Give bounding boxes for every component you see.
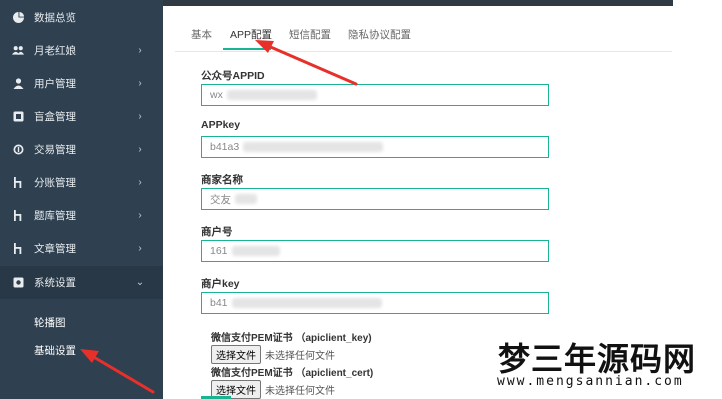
merchant-name-label: 商家名称 [201,174,243,186]
merchant-key-value: b41 [210,297,228,309]
coin-icon [12,144,24,156]
tab-basic[interactable]: 基本 [191,27,212,42]
merchant-key-label: 商户key [201,278,240,290]
tab-bar: 基本 APP配置 短信配置 隐私协议配置 [175,17,672,52]
sidebar-item-articles[interactable]: 文章管理 › [0,232,163,265]
tab-sms-config[interactable]: 短信配置 [289,27,331,42]
appkey-input[interactable]: b41a3 [201,136,549,158]
sidebar-item-label: 分账管理 [34,177,76,189]
sidebar-item-label: 系统设置 [34,277,76,289]
chevron-right-icon: › [138,243,142,254]
redacted-text [235,194,257,204]
sidebar-item-label: 数据总览 [34,12,76,24]
appid-input[interactable]: wx [201,84,549,106]
sidebar-item-blindbox[interactable]: 盲盒管理 › [0,100,163,133]
sidebar-item-label: 题库管理 [34,210,76,222]
sidebar-item-system-settings[interactable]: 系统设置 ⌄ [0,266,163,299]
sidebar-item-matchmaker[interactable]: 月老红娘 › [0,34,163,67]
sidebar-item-label: 盲盒管理 [34,111,76,123]
appid-value: wx [210,89,223,101]
top-bar [163,0,673,6]
redacted-text [231,246,280,256]
chevron-down-icon: ⌄ [135,277,145,288]
sidebar-subitem-carousel[interactable]: 轮播图 [0,308,163,336]
merchant-name-input[interactable]: 交友 [201,188,549,210]
users-icon [12,45,24,57]
redacted-text [231,298,382,308]
choose-file-button[interactable]: 选择文件 [211,345,261,364]
file-status: 未选择任何文件 [265,386,335,397]
sidebar-item-label: 月老红娘 [34,45,76,57]
chevron-right-icon: › [138,210,142,221]
tab-privacy-config[interactable]: 隐私协议配置 [348,27,411,42]
active-tab-indicator [223,48,271,50]
sidebar-subitem-label: 基础设置 [34,344,76,357]
sidebar-item-users[interactable]: 用户管理 › [0,67,163,100]
chevron-right-icon: › [138,111,142,122]
sidebar-item-dashboard[interactable]: 数据总览 [0,1,163,34]
merchant-id-value: 161 [210,245,228,257]
branch-icon [12,243,24,255]
sidebar-item-label: 文章管理 [34,243,76,255]
redacted-text [243,142,384,152]
merchant-key-input[interactable]: b41 [201,292,549,314]
appkey-label: APPkey [201,119,241,131]
file-status: 未选择任何文件 [265,351,335,362]
branch-icon [12,210,24,222]
merchant-name-value: 交友 [210,193,231,206]
merchant-id-label: 商户号 [201,226,233,238]
sidebar: 数据总览 月老红娘 › 用户管理 › 盲盒管理 › 交易管理 › 分账管理 › [0,0,163,399]
box-icon [12,111,24,123]
sidebar-item-transactions[interactable]: 交易管理 › [0,133,163,166]
tab-app-config[interactable]: APP配置 [230,27,272,42]
user-icon [12,78,24,90]
chevron-right-icon: › [138,177,142,188]
sidebar-subitem-basic-settings[interactable]: 基础设置 [0,336,163,364]
appid-label: 公众号APPID [201,70,265,82]
pem-key-file-input[interactable]: 选择文件 未选择任何文件 [211,345,335,364]
pem-key-label: 微信支付PEM证书 （apiclient_key) [211,333,372,344]
sidebar-item-label: 交易管理 [34,144,76,156]
settings-icon [12,277,24,289]
sidebar-subitem-label: 轮播图 [34,316,66,329]
sidebar-item-split[interactable]: 分账管理 › [0,166,163,199]
chevron-right-icon: › [138,144,142,155]
pem-cert-label: 微信支付PEM证书 （apiclient_cert) [211,368,374,379]
redacted-text [226,90,317,100]
sidebar-item-label: 用户管理 [34,78,76,90]
watermark-url: www.mengsannian.com [497,374,684,389]
sidebar-item-question-bank[interactable]: 题库管理 › [0,199,163,232]
appkey-value: b41a3 [210,141,240,153]
merchant-id-input[interactable]: 161 [201,240,549,262]
branch-icon [12,177,24,189]
chevron-right-icon: › [138,45,142,56]
pie-chart-icon [12,12,24,24]
chevron-right-icon: › [138,78,142,89]
